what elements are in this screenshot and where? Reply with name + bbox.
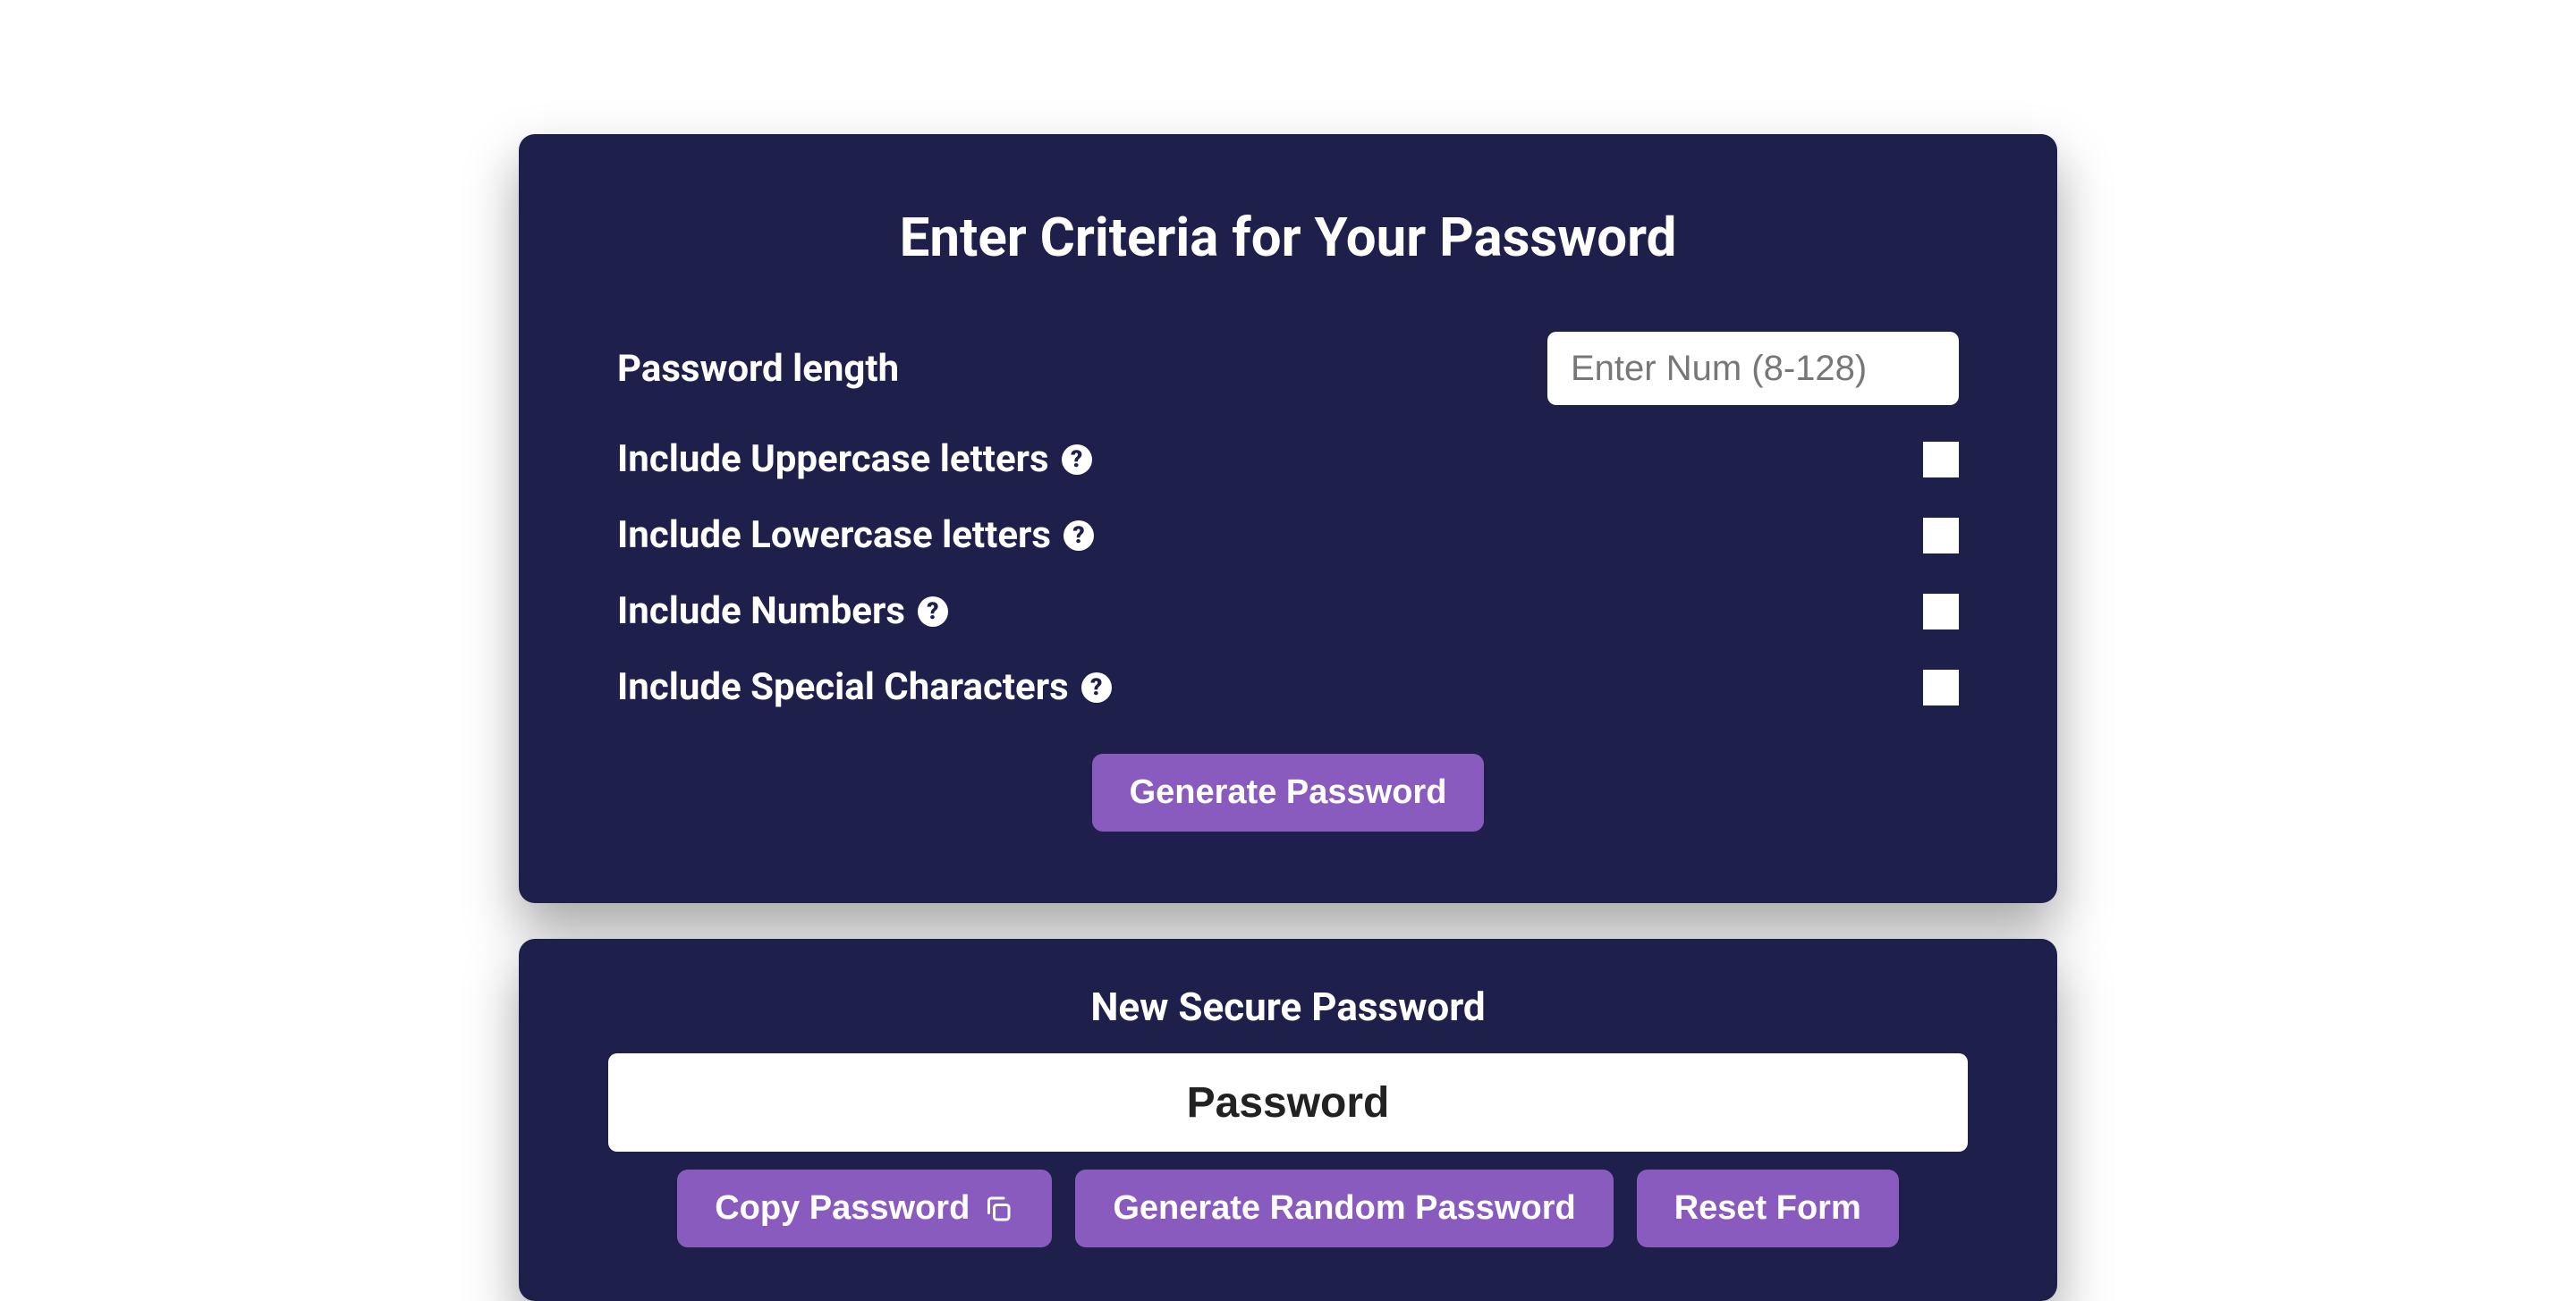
special-checkbox[interactable] [1923,670,1959,705]
row-numbers: Include Numbers ? [617,589,1959,633]
question-circle-icon[interactable]: ? [918,596,948,627]
criteria-card: Enter Criteria for Your Password Passwor… [519,134,2057,903]
password-output[interactable] [608,1053,1968,1152]
password-length-label: Password length [617,347,899,391]
row-special: Include Special Characters ? [617,665,1959,709]
lowercase-label: Include Lowercase letters ? [617,513,1094,557]
row-uppercase: Include Uppercase letters ? [617,437,1959,481]
criteria-title: Enter Criteria for Your Password [617,206,1959,269]
question-circle-icon[interactable]: ? [1081,672,1112,703]
uppercase-checkbox[interactable] [1923,442,1959,477]
result-button-row: Copy Password Generate Random Password R… [608,1170,1968,1247]
numbers-label-text: Include Numbers [617,589,905,633]
lowercase-label-text: Include Lowercase letters [617,513,1051,557]
numbers-checkbox[interactable] [1923,594,1959,629]
uppercase-label: Include Uppercase letters ? [617,437,1092,481]
generate-random-password-button[interactable]: Generate Random Password [1075,1170,1613,1247]
result-card: New Secure Password Copy Password Genera… [519,939,2057,1301]
row-lowercase: Include Lowercase letters ? [617,513,1959,557]
result-title: New Secure Password [608,984,1968,1030]
lowercase-checkbox[interactable] [1923,518,1959,553]
password-length-input[interactable] [1547,332,1959,405]
copy-password-button-label: Copy Password [715,1189,970,1228]
uppercase-label-text: Include Uppercase letters [617,437,1049,481]
copy-password-button[interactable]: Copy Password [677,1170,1052,1247]
copy-icon [982,1193,1014,1225]
generate-button-wrap: Generate Password [617,754,1959,832]
generate-password-button[interactable]: Generate Password [1092,754,1485,832]
reset-form-button[interactable]: Reset Form [1637,1170,1899,1247]
password-length-label-text: Password length [617,347,899,391]
special-label: Include Special Characters ? [617,665,1112,709]
special-label-text: Include Special Characters [617,665,1069,709]
question-circle-icon[interactable]: ? [1063,520,1094,551]
numbers-label: Include Numbers ? [617,589,948,633]
question-circle-icon[interactable]: ? [1062,444,1092,475]
row-password-length: Password length [617,332,1959,405]
